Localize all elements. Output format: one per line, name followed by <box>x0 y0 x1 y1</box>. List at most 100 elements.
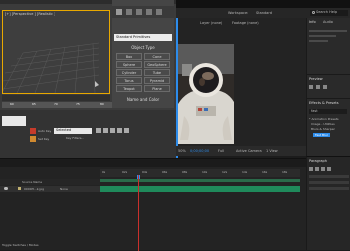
align-left-icon[interactable] <box>309 167 313 171</box>
visibility-eye-icon[interactable] <box>4 187 8 190</box>
align-center-icon[interactable] <box>315 167 319 171</box>
layer-label-color-icon <box>18 187 21 190</box>
preview-controls[interactable] <box>309 85 347 90</box>
play-icon[interactable] <box>110 128 115 133</box>
set-key-icon[interactable] <box>30 136 36 142</box>
primitive-box-button[interactable]: Box <box>116 53 142 60</box>
object-type-title: Object Type <box>131 45 155 50</box>
ruler-mark: 70 <box>54 102 58 106</box>
primitive-geosphere-button[interactable]: GeoSphere <box>144 61 170 68</box>
ae-menu-bar: Workspace: Standard Search Help <box>176 8 350 18</box>
max-time-slider[interactable] <box>2 95 110 101</box>
resolution-dropdown[interactable]: Full <box>218 149 224 153</box>
preview-play-icon[interactable] <box>316 85 320 89</box>
autokey-label[interactable]: Auto Key <box>38 129 51 133</box>
active-camera-dropdown[interactable]: Active Camera <box>236 149 262 153</box>
effects-list-item-selected[interactable]: Fast Blur <box>313 133 331 137</box>
ruler-mark: 80 <box>100 102 104 106</box>
search-icon <box>312 11 315 14</box>
info-panel-title[interactable]: Info <box>309 20 316 24</box>
playback-controls[interactable] <box>96 128 140 134</box>
astronaut-photo <box>178 44 234 144</box>
effects-list-item[interactable]: Image - Utilities <box>311 122 335 126</box>
primitive-sphere-button[interactable]: Sphere <box>116 61 142 68</box>
viewer-tabs: Layer (none) Footage (none) <box>178 18 306 28</box>
key-filters-button[interactable]: Key Filters... <box>66 136 84 140</box>
ruler-mark: 02s <box>122 170 128 174</box>
toggle-switches-modes[interactable]: Toggle Switches / Modes <box>2 243 39 247</box>
effects-presets-panel: Effects & Presets fast * Animation Prese… <box>306 98 350 156</box>
next-frame-icon[interactable] <box>117 128 122 133</box>
primitive-tube-button[interactable]: Tube <box>144 69 170 76</box>
primitive-torus-button[interactable]: Torus <box>116 77 142 84</box>
ruler-mark: 65 <box>32 102 36 106</box>
ae-title-bar <box>176 0 350 8</box>
paragraph-panel-title[interactable]: Paragraph <box>309 159 327 163</box>
audio-tab[interactable]: Audio <box>323 20 333 24</box>
tab-layer[interactable]: Layer (none) <box>200 21 222 25</box>
maxscript-listener[interactable] <box>2 116 26 126</box>
paragraph-panel: Paragraph <box>306 156 350 250</box>
composition-viewer[interactable] <box>178 28 306 146</box>
effects-list-item[interactable]: * Animation Presets <box>309 117 339 121</box>
prev-frame-icon[interactable] <box>103 128 108 133</box>
motion-tab-icon[interactable] <box>146 9 152 15</box>
goto-start-icon[interactable] <box>96 128 101 133</box>
primitive-cone-button[interactable]: Cone <box>144 53 170 60</box>
paragraph-align-buttons[interactable] <box>309 167 349 172</box>
tab-footage[interactable]: Footage (none) <box>232 21 259 25</box>
goto-end-icon[interactable] <box>124 128 129 133</box>
effects-list-item[interactable]: Blurs & Sharpen <box>311 127 335 131</box>
ruler-mark: 60 <box>10 102 14 106</box>
ruler-mark: 0s <box>102 170 106 174</box>
name-and-color-title: Name and Color <box>126 97 160 102</box>
ruler-mark: 12s <box>222 170 228 174</box>
zoom-dropdown[interactable]: 50% <box>178 149 186 153</box>
time-ruler[interactable]: 0s 02s 04s 06s 08s 10s 12s 14s 16s 18s <box>100 169 300 177</box>
effects-panel-title[interactable]: Effects & Presets <box>309 101 339 105</box>
lock-selection-icon[interactable] <box>30 128 36 134</box>
info-readout <box>309 30 347 44</box>
view-layout-dropdown[interactable]: 1 View <box>266 149 278 153</box>
hierarchy-tab-icon[interactable] <box>136 9 142 15</box>
layer-name[interactable]: 0000H...k.jpg <box>24 187 44 191</box>
paragraph-indent-fields[interactable] <box>309 175 349 190</box>
work-area-bar[interactable] <box>100 179 300 182</box>
create-tab-icon[interactable] <box>116 9 122 15</box>
table-row[interactable]: 0000H...k.jpg None <box>0 186 100 192</box>
align-right-icon[interactable] <box>321 167 325 171</box>
viewcube-icon[interactable] <box>95 81 99 87</box>
preview-last-icon[interactable] <box>323 85 327 89</box>
timeline-header: Source Name <box>0 179 100 185</box>
primitive-plane-button[interactable]: Plane <box>144 85 170 92</box>
effects-search-field[interactable]: fast <box>309 109 347 114</box>
timeline-tab-bar <box>0 159 306 167</box>
ruler-mark: 16s <box>262 170 268 174</box>
current-timecode[interactable]: 0;00;00;00 <box>190 149 209 153</box>
selection-dropdown[interactable]: Selected <box>54 128 92 134</box>
preview-panel-title[interactable]: Preview <box>309 77 323 81</box>
info-panel: Info Audio <box>306 18 350 74</box>
primitive-pyramid-button[interactable]: Pyramid <box>144 77 170 84</box>
max-status-bar: Auto Key Set Key Selected Key Filters... <box>0 110 176 158</box>
ruler-mark: 08s <box>182 170 188 174</box>
modify-tab-icon[interactable] <box>126 9 132 15</box>
preview-panel: Preview <box>306 74 350 98</box>
source-name-header: Source Name <box>22 180 43 184</box>
primitive-teapot-button[interactable]: Teapot <box>116 85 142 92</box>
viewer-toolbar: 50% 0;00;00;00 Full Active Camera 1 View <box>176 146 306 156</box>
ruler-mark: 18s <box>282 170 288 174</box>
search-help-field[interactable]: Search Help <box>310 10 348 16</box>
perspective-viewport[interactable]: [+] [Perspective ] [Realistic ] <box>2 10 110 94</box>
setkey-label[interactable]: Set Key <box>38 137 49 141</box>
preview-first-icon[interactable] <box>309 85 313 89</box>
parent-dropdown[interactable]: None <box>60 187 68 191</box>
justify-icon[interactable] <box>327 167 331 171</box>
display-tab-icon[interactable] <box>156 9 162 15</box>
current-time-indicator[interactable] <box>138 175 139 251</box>
layer-duration-bar[interactable] <box>100 186 300 192</box>
primitive-cylinder-button[interactable]: Cylinder <box>116 69 142 76</box>
primitive-type-dropdown[interactable]: Standard Primitives <box>114 34 172 41</box>
workspace-dropdown[interactable]: Standard <box>256 11 272 15</box>
astronaut-image[interactable] <box>178 44 234 144</box>
